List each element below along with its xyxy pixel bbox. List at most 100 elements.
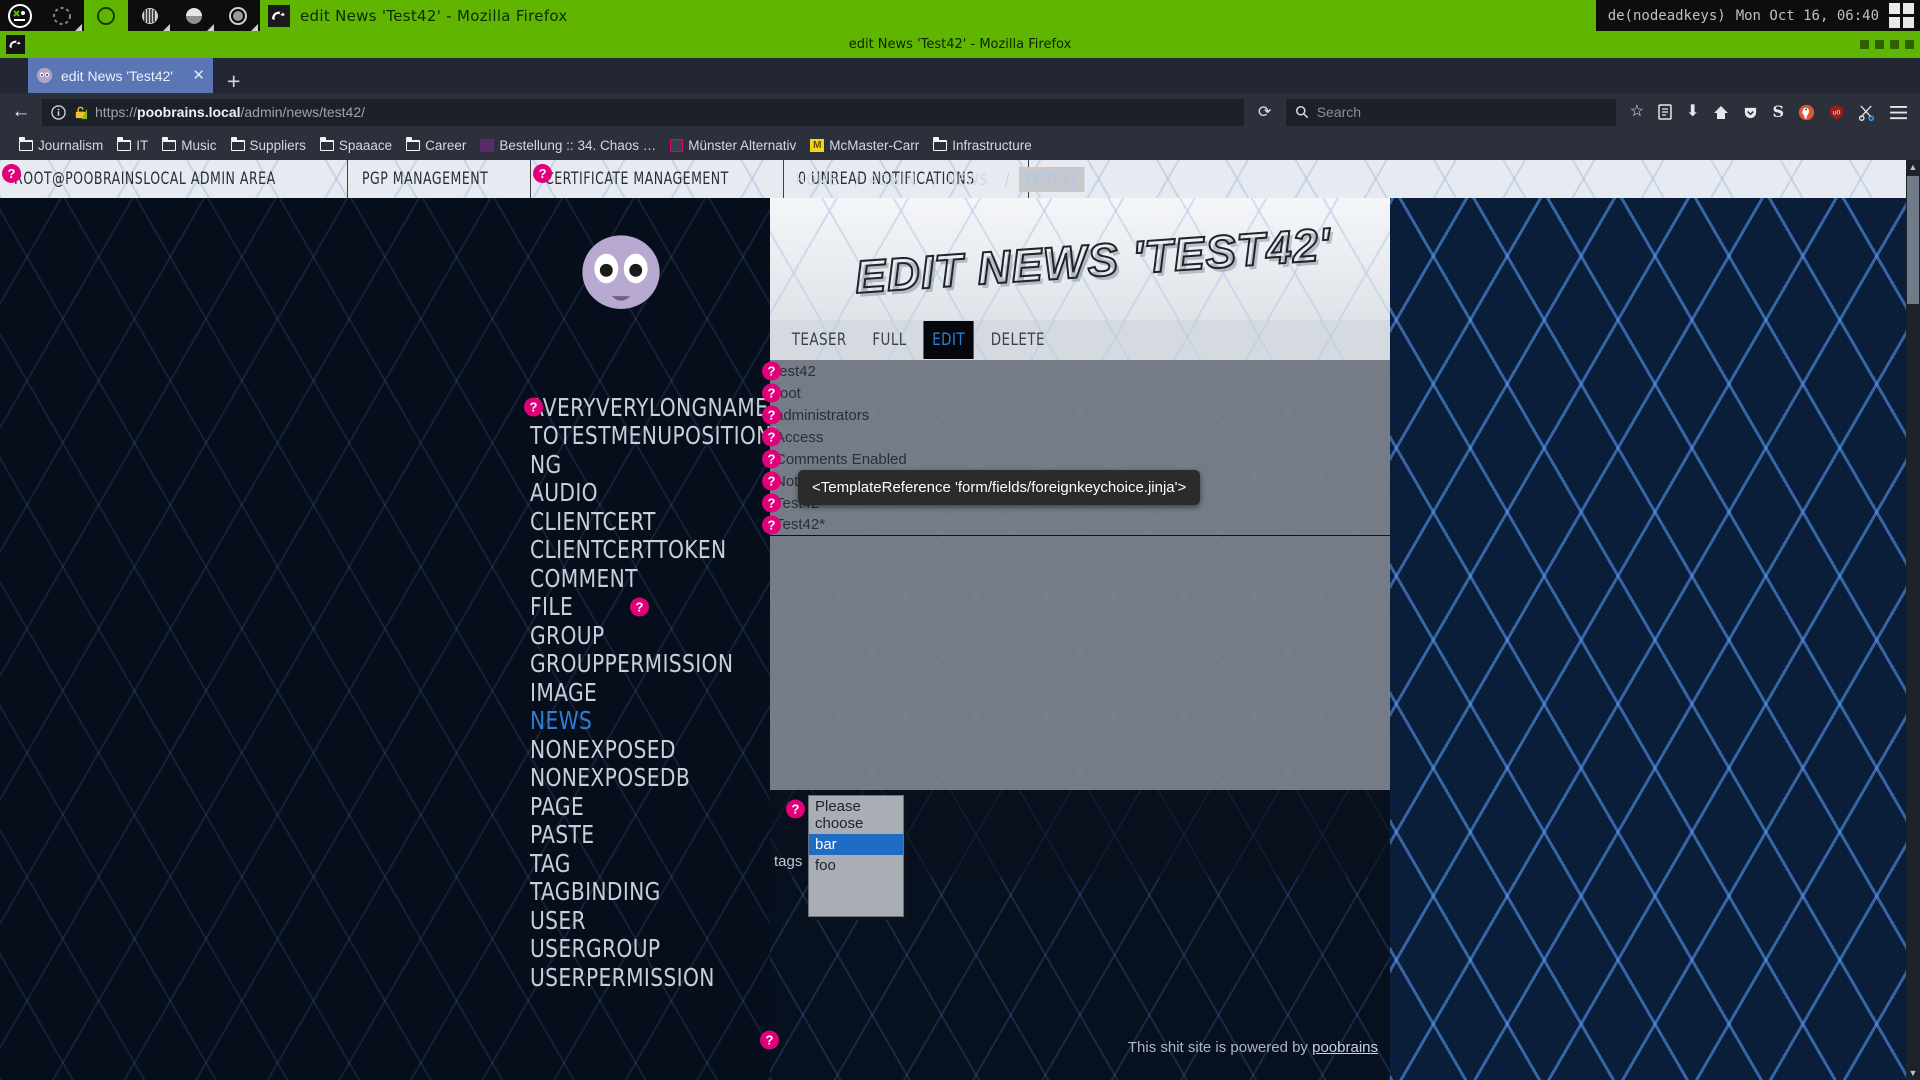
sidebar-item-tagbinding[interactable]: TAGBINDING xyxy=(530,877,770,906)
poobrains-link[interactable]: poobrains xyxy=(1312,1039,1378,1056)
sidebar-item-page[interactable]: PAGE xyxy=(530,792,770,821)
breadcrumb-item[interactable]: ADMIN xyxy=(869,170,916,189)
breadcrumb-item[interactable]: TEST42 xyxy=(1019,166,1085,192)
scissors-icon[interactable] xyxy=(1858,104,1875,121)
sidebar-item-totestmenupositioni[interactable]: TOTESTMENUPOSITIONI xyxy=(530,421,778,450)
breadcrumb-item[interactable]: NEWS xyxy=(947,170,989,189)
extra-window-button[interactable] xyxy=(1905,40,1914,49)
close-button[interactable] xyxy=(1890,40,1899,49)
wm-layout-icon[interactable] xyxy=(1889,3,1914,28)
view-tab-full[interactable]: FULL xyxy=(864,321,916,359)
scrollbar-thumb[interactable] xyxy=(1907,176,1919,304)
home-icon[interactable] xyxy=(1713,105,1729,120)
help-marker[interactable]: ? xyxy=(762,471,781,491)
help-marker[interactable]: ? xyxy=(786,799,805,819)
sidebar-item-paste[interactable]: PASTE xyxy=(530,820,770,849)
scroll-up-icon[interactable]: ▲ xyxy=(1906,160,1920,174)
downloads-icon[interactable]: ⬇ xyxy=(1686,104,1699,120)
pocket-icon[interactable] xyxy=(1743,105,1758,120)
page-scrollbar[interactable]: ▲ ▼ xyxy=(1906,160,1920,1080)
sidebar-item-file[interactable]: FILE? xyxy=(530,592,770,621)
breadcrumb-item[interactable]: HOME xyxy=(796,170,838,189)
sidebar-item-clientcert[interactable]: CLIENTCERT xyxy=(530,507,770,536)
scroll-down-icon[interactable]: ▼ xyxy=(1906,1066,1920,1080)
bookmark-item[interactable]: Journalism xyxy=(14,136,108,155)
sidebar-item-clientcerttoken[interactable]: CLIENTCERTTOKEN xyxy=(530,535,770,564)
help-marker[interactable]: ? xyxy=(762,405,781,425)
form-field-row[interactable]: ? Access xyxy=(762,426,1390,448)
help-marker[interactable]: ? xyxy=(762,515,781,534)
bookmark-item[interactable]: IT xyxy=(112,136,153,155)
form-field-row[interactable]: ? administrators xyxy=(762,404,1390,426)
help-marker-footer[interactable]: ? xyxy=(760,1030,779,1050)
help-marker[interactable]: ? xyxy=(762,383,781,403)
admin-menu-item[interactable]: ? ROOT@POOBRAINSLOCAL ADMIN AREA xyxy=(0,160,349,198)
bookmark-item[interactable]: Music xyxy=(157,136,221,155)
sidebar-item-usergroup[interactable]: USERGROUP xyxy=(530,934,770,963)
wm-active-window-title[interactable]: edit News 'Test42' - Mozilla Firefox xyxy=(260,0,1596,31)
form-field-row[interactable]: ? Comments Enabled xyxy=(762,448,1390,470)
admin-menu-item[interactable]: ? CERTIFICATE MANAGEMENT xyxy=(531,160,785,198)
search-bar[interactable]: Search xyxy=(1285,98,1616,126)
reload-button[interactable]: ⟳ xyxy=(1252,102,1278,122)
back-button[interactable]: ← xyxy=(8,101,34,123)
duckduckgo-icon[interactable] xyxy=(1798,104,1815,121)
maximize-button[interactable] xyxy=(1875,40,1884,49)
tags-select-listbox[interactable]: Please choose bar foo xyxy=(808,795,904,917)
address-bar[interactable]: https://poobrains.local/admin/news/test4… xyxy=(42,98,1244,126)
new-tab-button[interactable]: + xyxy=(213,70,254,93)
view-tab-edit[interactable]: EDIT xyxy=(922,321,974,359)
help-marker[interactable]: ? xyxy=(630,597,649,617)
window-controls[interactable] xyxy=(1860,31,1914,58)
bookmark-item[interactable]: Infrastructure xyxy=(928,136,1037,155)
help-marker[interactable]: ? xyxy=(2,164,21,183)
bookmark-item[interactable]: Spaaace xyxy=(315,136,397,155)
reader-icon[interactable] xyxy=(1658,104,1672,120)
sidebar-item-nonexposedb[interactable]: NONEXPOSEDB xyxy=(530,763,770,792)
wm-tag-4[interactable] xyxy=(172,0,216,31)
sidebar-item-nonexposed[interactable]: NONEXPOSED xyxy=(530,735,770,764)
sidebar-item-comment[interactable]: COMMENT xyxy=(530,564,770,593)
sidebar-item-audio[interactable]: AUDIO xyxy=(530,478,770,507)
bookmark-item[interactable]: Career xyxy=(401,136,471,155)
title-input-row[interactable]: ? Test42* xyxy=(762,514,1390,536)
browser-tab-active[interactable]: edit News 'Test42' ✕ xyxy=(28,58,213,93)
tags-option[interactable]: bar xyxy=(809,834,903,855)
form-field-row[interactable]: ? root xyxy=(762,382,1390,404)
sidebar-item-user[interactable]: USER xyxy=(530,906,770,935)
sidebar-item-tag[interactable]: TAG xyxy=(530,849,770,878)
sidebar-item-news[interactable]: NEWS xyxy=(530,706,770,735)
admin-menu-item[interactable]: PGP MANAGEMENT xyxy=(348,160,532,198)
wm-tag-2[interactable] xyxy=(84,0,128,31)
sidebar-item-userpermission[interactable]: USERPERMISSION xyxy=(530,963,770,992)
bookmark-item[interactable]: M McMaster-Carr xyxy=(805,136,924,155)
sidebar-item-grouppermission[interactable]: GROUPPERMISSION xyxy=(530,649,770,678)
view-tab-delete[interactable]: DELETE xyxy=(982,321,1054,359)
help-marker[interactable]: ? xyxy=(533,164,553,183)
wm-tag-1[interactable] xyxy=(40,0,84,31)
help-marker[interactable]: ? xyxy=(762,427,781,447)
view-tab-teaser[interactable]: TEASER xyxy=(783,321,856,359)
sidebar-item-averyverylongname[interactable]: ? AVERYVERYLONGNAME xyxy=(524,393,770,422)
tab-close-icon[interactable]: ✕ xyxy=(192,68,205,83)
minimize-button[interactable] xyxy=(1860,40,1869,49)
sidebar-item-ng[interactable]: NG xyxy=(530,450,770,479)
tags-option[interactable]: Please choose xyxy=(809,796,903,834)
wm-tag-5[interactable] xyxy=(216,0,260,31)
tags-option[interactable]: foo xyxy=(809,855,903,876)
help-marker[interactable]: ? xyxy=(762,361,781,381)
bookmark-item[interactable]: Münster Alternativ xyxy=(665,136,801,155)
hamburger-menu-icon[interactable] xyxy=(1889,105,1908,120)
help-marker[interactable]: ? xyxy=(762,493,781,513)
help-marker[interactable]: ? xyxy=(524,397,543,417)
sidebar-item-image[interactable]: IMAGE xyxy=(530,678,770,707)
form-field-row[interactable]: ? test42 xyxy=(762,360,1390,382)
star-icon[interactable]: ☆ xyxy=(1630,104,1644,120)
tags-select[interactable]: ? Please choose bar foo xyxy=(786,795,908,917)
sidebar-item-group[interactable]: GROUP xyxy=(530,621,770,650)
wm-tag-3[interactable] xyxy=(128,0,172,31)
ublock-icon[interactable]: u0 xyxy=(1829,104,1844,121)
sync-icon[interactable]: S xyxy=(1772,104,1784,120)
bookmark-item[interactable]: Bestellung :: 34. Chaos … xyxy=(475,136,661,155)
help-marker[interactable]: ? xyxy=(762,449,781,469)
